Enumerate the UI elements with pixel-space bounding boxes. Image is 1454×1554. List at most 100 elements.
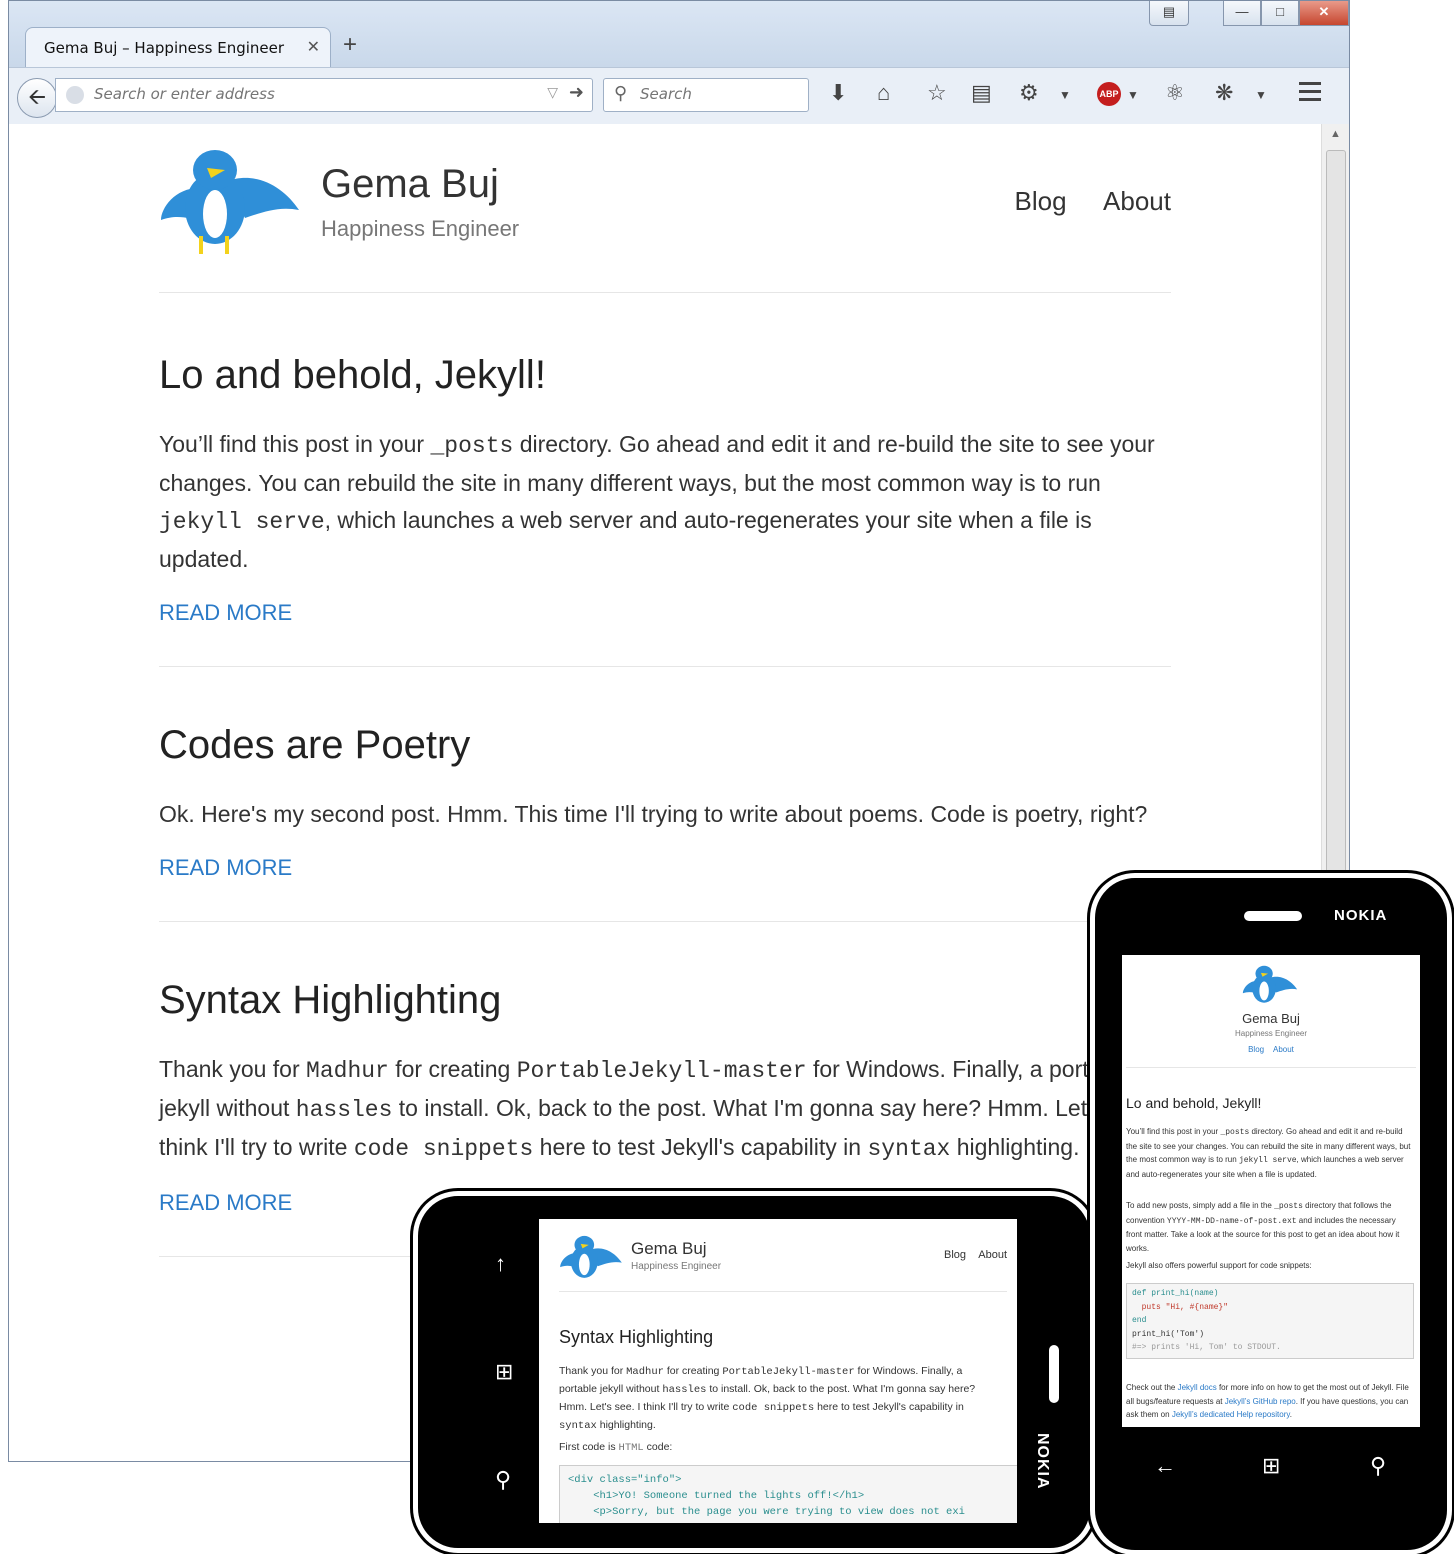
code-line: <p>Sorry, but the page you were trying t…: [568, 1506, 965, 1518]
post-excerpt: You’ll find this post in your _posts dir…: [159, 431, 1155, 572]
extension-icon[interactable]: ⚛: [1165, 80, 1185, 106]
site-tagline: Happiness Engineer: [1234, 1029, 1308, 1038]
windows-icon[interactable]: ⊞: [495, 1359, 513, 1385]
phone-speaker: [1049, 1345, 1059, 1403]
post-excerpt: Ok. Here's my second post. Hmm. This tim…: [159, 801, 1148, 827]
portrait-phone: NOKIA ← ⊞ ⚲ Gema Buj Happiness Engineer …: [1095, 878, 1447, 1550]
bird-logo[interactable]: [1242, 965, 1298, 1009]
search-icon: ⚲: [614, 83, 628, 103]
back-arrow-icon[interactable]: ←: [1154, 1453, 1176, 1479]
chevron-down-icon[interactable]: ▼: [1059, 88, 1071, 102]
code-line: def print_hi(name): [1132, 1289, 1219, 1298]
tab-groups-button[interactable]: ▤: [1149, 1, 1189, 26]
bird-logo[interactable]: [159, 148, 301, 260]
site-container: Gema Buj Happiness Engineer Blog About L…: [159, 124, 1171, 1257]
site-title[interactable]: Gema Buj: [631, 1239, 707, 1259]
chevron-down-icon[interactable]: ▽: [547, 84, 558, 101]
tab-title: Gema Buj – Happiness Engineer: [44, 39, 285, 57]
site-tagline: Happiness Engineer: [321, 216, 520, 241]
adblock-icon[interactable]: ABP: [1097, 82, 1121, 106]
nav-link-blog[interactable]: Blog: [944, 1249, 966, 1261]
hamburger-menu-icon[interactable]: [1299, 82, 1321, 106]
nav-link-blog[interactable]: Blog: [1015, 186, 1067, 216]
title-bar: Gema Buj – Happiness Engineer ✕ + — □ ✕ …: [9, 1, 1349, 70]
post-title[interactable]: Codes are Poetry: [159, 723, 1171, 768]
globe-icon: [66, 86, 84, 104]
nav-link-about[interactable]: About: [1273, 1045, 1294, 1054]
go-arrow-icon[interactable]: ➜: [569, 82, 584, 103]
back-button[interactable]: 🡨: [17, 78, 57, 118]
gear-icon[interactable]: ⚙: [1019, 80, 1039, 106]
scroll-up-arrow-icon[interactable]: ▲: [1330, 128, 1341, 140]
code-line: <h1>YO! Someone turned the lights off!</…: [568, 1490, 865, 1502]
code-line: puts "Hi, #{name}": [1132, 1302, 1229, 1312]
up-arrow-icon[interactable]: ↑: [495, 1251, 506, 1277]
code-intro: First code is HTML code:: [559, 1441, 673, 1454]
phone-brand: NOKIA: [1334, 907, 1388, 924]
search-input[interactable]: [638, 84, 802, 104]
download-icon[interactable]: ⬇: [829, 80, 847, 106]
close-window-button[interactable]: ✕: [1299, 1, 1349, 26]
site-nav: Blog About: [1122, 1045, 1420, 1054]
chevron-down-icon[interactable]: ▼: [1255, 88, 1267, 102]
code-line: <div class="info">: [568, 1474, 682, 1486]
navigation-toolbar: 🡨 ▽ ➜ ⚲ ⬇ ⌂ ☆ ▤ ⚙ ▼ ABP ▼ ⚛ ❋ ▼: [9, 67, 1349, 125]
read-more-link[interactable]: READ MORE: [159, 855, 292, 880]
windows-icon[interactable]: ⊞: [1262, 1453, 1280, 1479]
post-title[interactable]: Syntax Highlighting: [559, 1327, 713, 1348]
site-title[interactable]: Gema Buj: [321, 162, 499, 207]
post-excerpt: Thank you for Madhur for creating Portab…: [159, 1056, 1166, 1162]
minimize-button[interactable]: —: [1223, 1, 1261, 26]
search-icon[interactable]: ⚲: [495, 1467, 511, 1493]
tab-close-icon[interactable]: ✕: [307, 37, 320, 57]
reading-list-icon[interactable]: ▤: [971, 80, 992, 106]
post-item: Codes are Poetry Ok. Here's my second po…: [159, 667, 1171, 922]
chevron-down-icon[interactable]: ▼: [1127, 88, 1139, 102]
search-box[interactable]: ⚲: [603, 78, 809, 112]
read-more-link[interactable]: READ MORE: [159, 600, 292, 625]
read-more-link[interactable]: READ MORE: [159, 1190, 292, 1215]
header-divider: [559, 1291, 1007, 1292]
help-repo-link[interactable]: Jekyll’s dedicated Help repository: [1172, 1410, 1290, 1419]
post-body: Thank you for Madhur for creating Portab…: [559, 1365, 976, 1432]
site-nav: Blog About: [983, 186, 1171, 217]
nav-link-about[interactable]: About: [1103, 186, 1171, 216]
code-line: #=> prints 'Hi, Tom' to STDOUT.: [1132, 1343, 1281, 1352]
window-controls: — □ ✕: [1223, 1, 1349, 29]
post-item: Lo and behold, Jekyll! You’ll find this …: [159, 293, 1171, 667]
phone-brand: NOKIA: [1034, 1433, 1051, 1490]
new-tab-button[interactable]: +: [343, 31, 357, 59]
site-tagline: Happiness Engineer: [631, 1261, 722, 1272]
post-title[interactable]: Lo and behold, Jekyll!: [159, 353, 1171, 398]
post-paragraph: Jekyll also offers powerful support for …: [1126, 1261, 1312, 1270]
post-paragraph: To add new posts, simply add a file in t…: [1126, 1201, 1400, 1253]
post-paragraph: Check out the Jekyll docs for more info …: [1126, 1383, 1409, 1419]
search-icon[interactable]: ⚲: [1370, 1453, 1386, 1479]
code-block: def print_hi(name) puts "Hi, #{name}" end…: [1126, 1283, 1414, 1359]
phone-screen: Gema Buj Happiness Engineer Blog About S…: [539, 1219, 1017, 1523]
nav-link-blog[interactable]: Blog: [1248, 1045, 1264, 1054]
phone-speaker: [1244, 911, 1302, 921]
post-title[interactable]: Syntax Highlighting: [159, 978, 1171, 1023]
url-input[interactable]: [92, 84, 516, 104]
bookmark-star-icon[interactable]: ☆: [927, 80, 947, 106]
browser-tab[interactable]: Gema Buj – Happiness Engineer ✕: [25, 27, 331, 70]
landscape-phone: ↑ ⊞ ⚲ NOKIA Gema Buj Happiness Engineer …: [418, 1196, 1090, 1548]
post-title[interactable]: Lo and behold, Jekyll!: [1126, 1095, 1261, 1111]
code-block: <div class="info"> <h1>YO! Someone turne…: [559, 1465, 1017, 1523]
firebug-icon[interactable]: ❋: [1215, 80, 1233, 106]
github-repo-link[interactable]: Jekyll’s GitHub repo: [1225, 1397, 1296, 1406]
home-icon[interactable]: ⌂: [877, 80, 890, 106]
site-header: Gema Buj Happiness Engineer Blog About: [159, 124, 1171, 293]
post-body: You’ll find this post in your _posts dir…: [1126, 1127, 1411, 1179]
site-nav: Blog About: [944, 1249, 1007, 1261]
jekyll-docs-link[interactable]: Jekyll docs: [1178, 1383, 1217, 1392]
site-title[interactable]: Gema Buj: [1122, 1011, 1420, 1026]
code-line: print_hi('Tom'): [1132, 1329, 1205, 1339]
nav-link-about[interactable]: About: [978, 1249, 1007, 1261]
maximize-button[interactable]: □: [1261, 1, 1299, 26]
phone-screen: Gema Buj Happiness Engineer Blog About L…: [1122, 955, 1420, 1427]
bird-logo[interactable]: [559, 1235, 623, 1285]
code-line: end: [1132, 1316, 1147, 1325]
address-bar[interactable]: ▽ ➜: [55, 78, 593, 112]
